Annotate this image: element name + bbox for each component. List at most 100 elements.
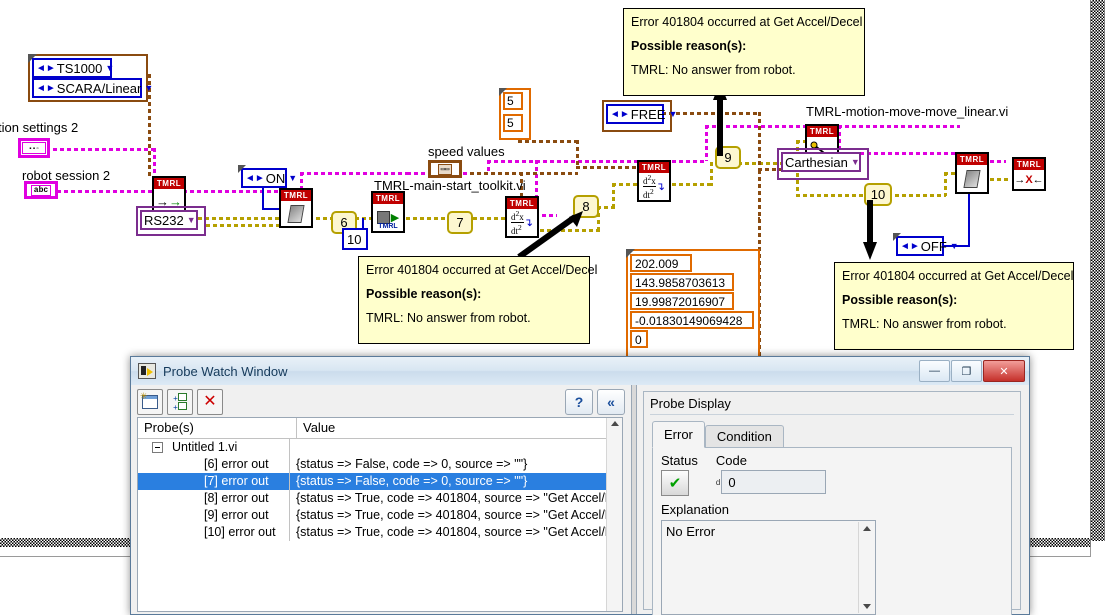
ring-left-glyph: ◄► xyxy=(245,172,265,184)
probe-window-body: ✳ + + ✕ ? « Probe(s) Value Untitled 1.vi… xyxy=(131,385,1029,615)
subvi-main-start-toolkit[interactable]: TMRL ▶ TMRL xyxy=(371,191,405,233)
subvi-get-accel-decel-2[interactable]: TMRL d2x dt2 ↴ xyxy=(637,160,671,202)
probe-watch-window[interactable]: Probe Watch Window — ❐ ✕ ✳ + + ✕ ? « Pro… xyxy=(130,356,1030,615)
speed-values-terminal[interactable]: ▭▭ xyxy=(428,160,462,178)
probe-value: {status => True, code => 401804, source … xyxy=(296,525,614,539)
wire-ref-session-h xyxy=(57,190,157,193)
table-row[interactable]: [9] error out {status => True, code => 4… xyxy=(138,507,622,524)
coordinate-system-ring-value: Carthesian xyxy=(785,154,848,170)
column-header-value: Value xyxy=(303,420,336,435)
move-linear-label: TMRL-motion-move-move_linear.vi xyxy=(806,104,1009,119)
servo-on-ring-value: ON xyxy=(265,170,286,186)
servo-off-ring-value: OFF xyxy=(920,238,947,254)
probe-value xyxy=(290,439,622,456)
table-row[interactable]: [7] error out {status => False, code => … xyxy=(138,473,622,490)
scroll-up-icon[interactable] xyxy=(611,421,619,426)
robot-kinematics-ring[interactable]: ◄► SCARA/Linear ▼ xyxy=(32,78,153,98)
annotation-arrow-right xyxy=(863,200,877,260)
serial-port-ring[interactable]: RS232 ▼ xyxy=(140,210,198,230)
probe-watch-icon xyxy=(138,363,156,379)
new-probe-icon[interactable]: ✳ xyxy=(137,389,163,415)
position-array-cell-1[interactable]: 143.9858703613 xyxy=(630,273,734,291)
help-icon[interactable]: ? xyxy=(565,389,593,415)
error-tip-line1: Error 401804 occurred at Get Accel/Decel xyxy=(842,269,1074,283)
code-value: 0 xyxy=(721,470,827,494)
timeout-constant[interactable]: 10 xyxy=(342,228,368,250)
delete-probe-icon[interactable]: ✕ xyxy=(197,389,223,415)
divider xyxy=(650,414,1014,415)
position-array-cell-3[interactable]: -0.01830149069428 xyxy=(630,311,754,329)
wire-ref-up-v xyxy=(705,125,708,161)
error-tip-line1: Error 401804 occurred at Get Accel/Decel xyxy=(631,15,863,29)
connection-settings-terminal[interactable]: ▪▪▫ xyxy=(18,138,50,158)
maximize-button[interactable]: ❐ xyxy=(951,360,982,382)
speed-constant-array[interactable]: 5 5 xyxy=(499,88,531,140)
ring-left-glyph: ◄► xyxy=(610,108,630,120)
wire-bool-on-v xyxy=(262,188,264,210)
tab-condition[interactable]: Condition xyxy=(704,425,784,448)
wire-ref-out-2 xyxy=(300,172,410,175)
speed-array-cell-0[interactable]: 5 xyxy=(503,92,523,110)
subvi-servo-off[interactable]: TMRL xyxy=(955,152,989,194)
probe-list-pane: ✳ + + ✕ ? « Probe(s) Value Untitled 1.vi… xyxy=(131,385,631,614)
subvi-close-connection[interactable]: TMRL →X← xyxy=(1012,157,1046,191)
scroll-down-icon[interactable] xyxy=(863,604,871,609)
tab-error[interactable]: Error xyxy=(652,421,705,448)
error-tab-panel: Status ✔ Code d 0 Explanation No Error xyxy=(652,447,1012,615)
robot-session-terminal[interactable]: abc xyxy=(24,181,58,199)
ring-left-glyph: ◄► xyxy=(900,240,920,252)
minimize-button[interactable]: — xyxy=(919,360,950,382)
serial-port-ring-value: RS232 xyxy=(144,212,184,228)
tree-expander-icon[interactable] xyxy=(152,442,163,453)
probe-tag-7[interactable]: 7 xyxy=(447,211,473,234)
chevron-down-icon: ▼ xyxy=(949,241,959,251)
probe-name: [6] error out xyxy=(204,457,269,471)
explanation-scrollbar[interactable] xyxy=(858,522,874,613)
coordinate-system-ring[interactable]: Carthesian ▼ xyxy=(781,152,861,172)
vi-vertical-scrollbar[interactable] xyxy=(1090,0,1105,541)
add-probe-icon[interactable]: + + xyxy=(167,389,193,415)
probe-grid-scrollbar[interactable] xyxy=(606,418,622,611)
position-array-cell-2[interactable]: 19.99872016907 xyxy=(630,292,734,310)
probe-name: [7] error out xyxy=(204,474,269,488)
table-row[interactable]: [6] error out {status => False, code => … xyxy=(138,456,622,473)
wire-error-13 xyxy=(990,178,1008,181)
collapse-icon[interactable]: « xyxy=(597,389,625,415)
subvi-caption: TMRL xyxy=(957,154,987,165)
error-tip-line3: TMRL: No answer from robot. xyxy=(631,63,796,77)
probe-name: [10] error out xyxy=(204,525,276,539)
wire-brn-speed-v2 xyxy=(576,140,579,168)
position-array-cell-0[interactable]: 202.009 xyxy=(630,254,692,272)
robot-type-ring[interactable]: ◄► TS1000 ▼ xyxy=(32,58,114,78)
probe-window-titlebar[interactable]: Probe Watch Window — ❐ ✕ xyxy=(131,357,1029,385)
status-indicator: ✔ xyxy=(661,470,689,496)
subvi-servo-on[interactable]: TMRL xyxy=(279,188,313,228)
table-row[interactable]: [10] error out {status => True, code => … xyxy=(138,524,622,541)
column-header-probes: Probe(s) xyxy=(138,418,297,438)
code-format-glyph: d xyxy=(715,477,721,487)
speed-array-cell-1[interactable]: 5 xyxy=(503,114,523,132)
probe-display-box: Probe Display Error Condition Status ✔ C… xyxy=(643,391,1021,615)
probe-grid[interactable]: Probe(s) Value Untitled 1.vi [6] error o… xyxy=(137,417,623,612)
wire-ref-far-h xyxy=(838,125,960,128)
probe-name: [9] error out xyxy=(204,508,269,522)
servo-on-ring[interactable]: ◄► ON ▼ xyxy=(238,165,297,188)
code-group: Code d 0 xyxy=(715,453,827,494)
probe-name: [8] error out xyxy=(204,491,269,505)
servo-off-ring[interactable]: ◄► OFF ▼ xyxy=(893,233,959,256)
scroll-up-icon[interactable] xyxy=(863,526,871,531)
position-array-constant[interactable]: 202.009 143.9858703613 19.99872016907 -0… xyxy=(626,249,760,358)
error-tip-line1: Error 401804 occurred at Get Accel/Decel xyxy=(366,263,598,277)
table-row[interactable]: Untitled 1.vi xyxy=(138,439,622,456)
probe-name: Untitled 1.vi xyxy=(172,440,238,454)
chevron-down-icon: ▼ xyxy=(288,173,298,183)
subvi-caption: TMRL xyxy=(807,126,837,137)
subvi-caption: TMRL xyxy=(373,193,403,204)
table-row[interactable]: [8] error out {status => True, code => 4… xyxy=(138,490,622,507)
toolbar-right-group: ? « xyxy=(565,389,625,415)
free-mode-ring[interactable]: ◄► FREE ▼ xyxy=(606,104,677,124)
position-array-cell-4[interactable]: 0 xyxy=(630,330,648,348)
explanation-box: No Error xyxy=(661,520,876,615)
probe-value: {status => True, code => 401804, source … xyxy=(296,491,614,505)
close-button[interactable]: ✕ xyxy=(983,360,1025,382)
